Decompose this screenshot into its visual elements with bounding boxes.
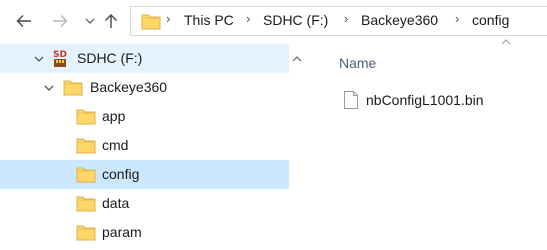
tree-item-label: config xyxy=(102,166,140,182)
tree-item-label: param xyxy=(102,224,142,240)
navigation-pane: SD SDHC (F:) Backeye360 app cmd config d… xyxy=(0,44,302,250)
tree-item-label: SDHC (F:) xyxy=(77,50,143,66)
file-item[interactable]: nbConfigL1001.bin xyxy=(336,88,536,114)
chevron-right-icon[interactable]: › xyxy=(455,11,459,26)
column-header-name[interactable]: Name xyxy=(339,55,376,71)
scroll-up-icon[interactable] xyxy=(291,54,303,64)
folder-icon xyxy=(63,80,83,96)
sd-card-icon: SD xyxy=(53,50,67,67)
chevron-right-icon[interactable]: › xyxy=(166,11,170,26)
tree-item-label: cmd xyxy=(102,137,129,153)
tree-item-sdhc[interactable]: SD SDHC (F:) xyxy=(0,44,302,73)
breadcrumb-sdhc[interactable]: SDHC (F:) xyxy=(263,12,328,28)
tree-item-cmd[interactable]: cmd xyxy=(0,131,289,160)
breadcrumb-config[interactable]: config xyxy=(472,12,509,28)
chevron-right-icon[interactable]: › xyxy=(246,11,250,26)
back-button[interactable] xyxy=(16,12,32,30)
arrow-up-icon xyxy=(105,14,117,28)
tree-item-label: data xyxy=(102,195,130,211)
folder-icon xyxy=(76,109,96,125)
folder-icon xyxy=(76,225,96,241)
folder-icon xyxy=(76,138,96,154)
file-icon xyxy=(344,91,358,109)
folder-icon xyxy=(76,167,96,183)
chevron-down-icon[interactable] xyxy=(43,82,55,94)
sort-ascending-icon[interactable] xyxy=(500,38,512,46)
tree-item-param[interactable]: param xyxy=(0,218,289,247)
forward-button[interactable] xyxy=(52,12,68,30)
up-button[interactable] xyxy=(104,12,118,30)
navigation-bar: › This PC › SDHC (F:) › Backeye360 › con… xyxy=(0,0,547,44)
recent-locations-button[interactable] xyxy=(84,12,96,30)
svg-text:SD: SD xyxy=(53,50,67,60)
arrow-right-icon xyxy=(53,15,68,27)
tree-item-backeye360[interactable]: Backeye360 xyxy=(0,73,289,102)
tree-item-label: app xyxy=(102,108,126,124)
breadcrumb-this-pc[interactable]: This PC xyxy=(184,12,234,28)
folder-icon xyxy=(76,196,96,212)
tree-item-app[interactable]: app xyxy=(0,102,289,131)
file-name: nbConfigL1001.bin xyxy=(366,92,484,108)
breadcrumb-backeye360[interactable]: Backeye360 xyxy=(361,12,438,28)
chevron-down-icon xyxy=(85,18,95,24)
folder-icon xyxy=(141,14,161,30)
arrow-left-icon xyxy=(16,15,31,27)
tree-item-data[interactable]: data xyxy=(0,189,289,218)
address-bar[interactable]: › This PC › SDHC (F:) › Backeye360 › con… xyxy=(130,6,547,36)
chevron-down-icon[interactable] xyxy=(33,53,45,65)
tree-item-config[interactable]: config xyxy=(0,160,289,189)
chevron-right-icon[interactable]: › xyxy=(344,11,348,26)
tree-item-label: Backeye360 xyxy=(90,79,168,95)
